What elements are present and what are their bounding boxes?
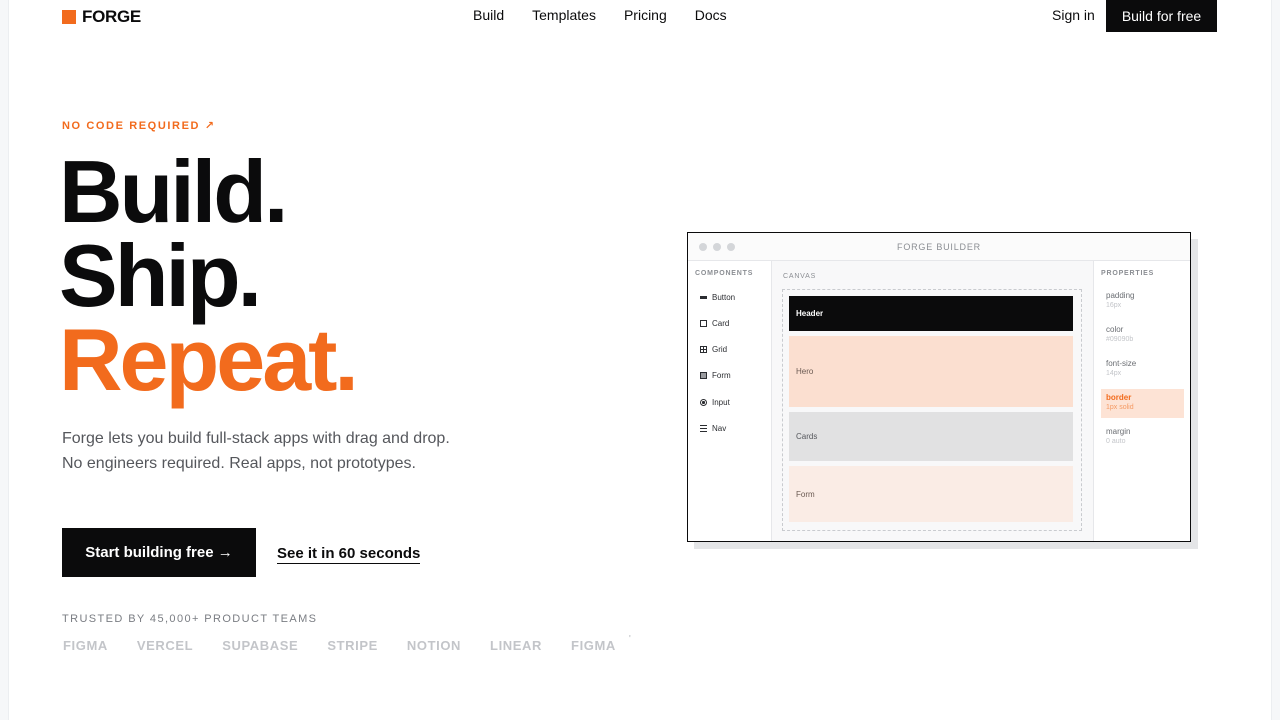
start-building-button[interactable]: Start building free → [62,528,256,577]
property-value: #09090b [1106,336,1134,343]
customer-logo: NOTION [406,638,462,653]
grid-icon [700,346,707,353]
canvas-frame: Header Hero Cards Form [782,289,1082,531]
properties-heading: PROPERTIES [1101,270,1155,277]
property-font-size[interactable]: font-size 14px [1101,355,1184,384]
customer-logo: STRIPE [327,638,378,653]
component-label: Button [712,293,736,302]
component-form[interactable]: Form [700,371,731,380]
property-key: border [1106,393,1132,402]
customer-logo: SUPABASE [222,638,299,653]
headline-line-build: Build. [59,142,288,241]
property-color[interactable]: color #09090b [1101,321,1184,350]
form-icon [700,372,707,379]
property-key: padding [1106,291,1135,300]
logo[interactable]: FORGE [62,7,141,27]
component-input[interactable]: Input [700,398,730,407]
nav-icon [700,425,707,432]
property-value: 0 auto [1106,438,1126,445]
customer-logos: FIGMA VERCEL SUPABASE STRIPE NOTION LINE… [63,634,631,653]
property-key: margin [1106,427,1131,436]
component-label: Form [712,371,731,380]
component-label: Grid [712,345,728,354]
builder-title: FORGE BUILDER [897,242,981,252]
headline-line-repeat: Repeat. [59,310,359,409]
button-icon [700,296,707,299]
component-label: Nav [712,424,727,433]
canvas-block-header[interactable]: Header [789,296,1073,331]
input-icon [700,399,707,406]
property-margin[interactable]: margin 0 auto [1101,423,1184,452]
card-icon [700,320,707,327]
component-nav[interactable]: Nav [700,424,726,433]
canvas-block-form[interactable]: Form [789,466,1073,522]
build-for-free-button[interactable]: Build for free [1106,0,1217,32]
builder-canvas: CANVAS Header Hero Cards Form [772,261,1093,541]
hero-subtitle: Forge lets you build full-stack apps wit… [62,430,450,472]
nav-links: Build Templates Pricing Docs [473,7,727,23]
customer-logo: FIGMA [571,638,616,653]
canvas-block-cards[interactable]: Cards [789,412,1073,461]
customer-logo: VERCEL [136,638,194,653]
component-grid[interactable]: Grid [700,345,727,354]
builder-window: FORGE BUILDER COMPONENTS Button Card Gri… [687,232,1191,542]
nav-link-pricing[interactable]: Pricing [624,7,667,23]
component-label: Input [712,398,730,407]
headline-line-ship: Ship. [59,226,262,325]
canvas-heading: CANVAS [783,273,817,280]
component-button[interactable]: Button [700,293,735,302]
hero-headline: Build. Ship. Repeat. [59,142,359,409]
nav-link-docs[interactable]: Docs [695,7,727,23]
property-value: 14px [1106,370,1122,377]
customer-logo: FIGMA [63,638,108,653]
property-value: 1px solid [1106,404,1134,411]
logo-text: FORGE [82,7,141,26]
customer-logo: LINEAR [490,638,543,653]
top-nav: FORGE Build Templates Pricing Docs Sign … [9,0,1271,32]
watch-demo-link[interactable]: See it in 60 seconds [277,545,421,564]
sign-in-link[interactable]: Sign in [1052,7,1095,23]
nav-link-build[interactable]: Build [473,7,504,23]
hero-eyebrow: NO CODE REQUIRED ↗ [62,120,216,132]
components-heading: COMPONENTS [695,270,754,277]
property-padding[interactable]: padding 16px [1101,287,1184,316]
properties-panel: PROPERTIES padding 16px color #09090b fo… [1093,261,1190,541]
nav-link-templates[interactable]: Templates [532,7,596,23]
canvas-block-hero[interactable]: Hero [789,336,1073,407]
property-border[interactable]: border 1px solid [1101,389,1184,418]
property-key: color [1106,325,1124,334]
builder-titlebar: FORGE BUILDER [688,233,1190,261]
component-card[interactable]: Card [700,319,729,328]
customer-logo-fragment: ' [628,634,632,643]
components-panel: COMPONENTS Button Card Grid Form Input N… [688,261,772,541]
logo-square-icon [62,10,76,24]
property-key: font-size [1106,359,1137,368]
component-label: Card [712,319,730,328]
landing-page: FORGE Build Templates Pricing Docs Sign … [8,0,1272,720]
trusted-label: TRUSTED BY 45,000+ PRODUCT TEAMS [62,613,318,625]
property-value: 16px [1106,302,1122,309]
